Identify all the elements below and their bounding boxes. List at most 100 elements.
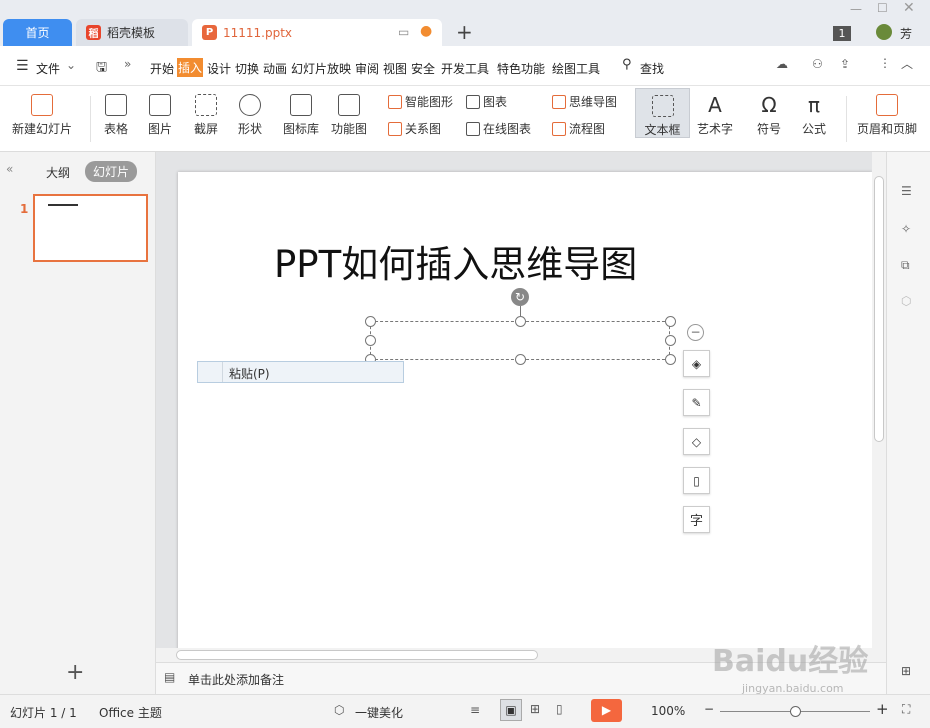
- online-chart-button[interactable]: 在线图表: [466, 120, 531, 137]
- menu-transition[interactable]: 切换: [235, 60, 259, 77]
- smart-shape-button[interactable]: 智能图形: [388, 93, 453, 110]
- chevron-down-icon[interactable]: ⌄: [66, 58, 76, 72]
- play-slideshow-icon[interactable]: ▶: [591, 699, 622, 722]
- header-footer-button[interactable]: 页眉和页脚: [857, 94, 917, 137]
- settings-sliders-icon[interactable]: ☰: [901, 184, 912, 198]
- menu-review[interactable]: 审阅: [355, 60, 379, 77]
- grid-view-icon[interactable]: ⊞: [530, 702, 540, 716]
- slide-number: 1: [20, 202, 29, 216]
- resize-handle[interactable]: [665, 335, 676, 346]
- share-user-icon[interactable]: ⚇: [812, 57, 823, 71]
- tab-outline[interactable]: 大纲: [46, 164, 70, 181]
- menu-insert[interactable]: 插入: [177, 58, 204, 77]
- menu-design[interactable]: 设计: [207, 60, 231, 77]
- grid-icon[interactable]: ⊞: [901, 664, 911, 678]
- table-button[interactable]: 表格: [104, 94, 128, 137]
- slide-thumbnail[interactable]: [33, 194, 148, 262]
- tab-slides[interactable]: 幻灯片: [85, 161, 138, 182]
- replace-icon[interactable]: ⧉: [901, 258, 910, 273]
- vertical-scroll-thumb[interactable]: [874, 176, 884, 442]
- menu-developer[interactable]: 开发工具: [441, 60, 489, 77]
- close-icon[interactable]: ✕: [903, 0, 915, 16]
- collapse-panel-icon[interactable]: «: [6, 162, 13, 176]
- menu-special[interactable]: 特色功能: [497, 60, 545, 77]
- tab-template[interactable]: 稻 稻壳模板: [76, 19, 188, 46]
- fit-window-icon[interactable]: ⛶: [902, 702, 910, 717]
- layer-icon[interactable]: ◈: [683, 350, 710, 377]
- search-button[interactable]: 查找: [640, 60, 664, 77]
- hamburger-icon[interactable]: ☰: [16, 58, 29, 74]
- fill-icon[interactable]: ◇: [683, 428, 710, 455]
- screenshot-button[interactable]: 截屏: [194, 94, 218, 137]
- reading-view-icon[interactable]: ▯: [556, 702, 563, 716]
- shape-button[interactable]: 形状: [238, 94, 262, 137]
- align-icon[interactable]: ≡: [470, 703, 480, 717]
- rotate-handle-icon[interactable]: ↻: [511, 288, 529, 306]
- window-restore-icon[interactable]: ▭: [398, 25, 409, 39]
- icon-library-button[interactable]: 图标库: [283, 94, 319, 137]
- collapse-ribbon-icon[interactable]: ︿: [901, 55, 913, 72]
- slide[interactable]: PPT如何插入思维导图 ↻ −: [178, 172, 872, 650]
- maximize-icon[interactable]: ☐: [877, 1, 888, 15]
- picture-button[interactable]: 图片: [148, 94, 172, 137]
- wordart-icon: A: [708, 93, 722, 117]
- save-icon[interactable]: 🖫: [96, 58, 107, 80]
- brush-icon[interactable]: ✎: [683, 389, 710, 416]
- menu-file[interactable]: 文件: [36, 60, 60, 77]
- textbox-button[interactable]: 文本框: [635, 88, 690, 138]
- normal-view-icon[interactable]: ▣: [500, 699, 522, 721]
- search-icon[interactable]: ⚲: [622, 57, 632, 72]
- tab-bar: 首页 稻 稻壳模板 P 11111.pptx ▭ ● + — ☐ ✕ 1 芳: [0, 0, 930, 46]
- add-slide-button[interactable]: +: [66, 660, 84, 685]
- new-slide-button[interactable]: 新建幻灯片: [12, 94, 72, 137]
- zoom-in-icon[interactable]: +: [876, 700, 889, 718]
- tab-document[interactable]: P 11111.pptx ▭ ●: [192, 19, 442, 46]
- resize-handle[interactable]: [365, 335, 376, 346]
- menu-security[interactable]: 安全: [411, 60, 435, 77]
- menu-drawing-tools[interactable]: 绘图工具: [552, 60, 600, 77]
- notes-placeholder[interactable]: 单击此处添加备注: [188, 671, 284, 688]
- zoom-slider-thumb[interactable]: [790, 706, 801, 717]
- beautify-icon: ⬡: [334, 703, 345, 717]
- cube-icon[interactable]: ⬡: [901, 294, 911, 308]
- vertical-scrollbar[interactable]: [872, 152, 886, 662]
- status-bar: 幻灯片 1 / 1 Office 主题 ⬡ 一键美化 ≡ ▣ ⊞ ▯ ▶ 100…: [0, 694, 930, 728]
- beautify-button[interactable]: 一键美化: [355, 704, 403, 721]
- text-format-icon[interactable]: 字: [683, 506, 710, 533]
- new-tab-button[interactable]: +: [456, 20, 473, 44]
- wordart-button[interactable]: A 艺术字: [697, 94, 733, 137]
- slide-title[interactable]: PPT如何插入思维导图: [274, 234, 637, 288]
- outline-icon[interactable]: ▯: [683, 467, 710, 494]
- function-chart-button[interactable]: 功能图: [331, 94, 367, 137]
- horizontal-scroll-thumb[interactable]: [176, 650, 538, 660]
- resize-handle[interactable]: [665, 316, 676, 327]
- menu-slideshow[interactable]: 幻灯片放映: [291, 60, 351, 77]
- symbol-button[interactable]: Ω 符号: [757, 94, 781, 137]
- share-icon[interactable]: ⇪: [840, 57, 850, 71]
- formula-button[interactable]: π 公式: [802, 94, 826, 137]
- divider: [846, 96, 847, 142]
- chart-button[interactable]: 图表: [466, 93, 507, 110]
- mindmap-button[interactable]: 思维导图: [552, 93, 617, 110]
- minimize-icon[interactable]: —: [850, 2, 862, 16]
- resize-handle[interactable]: [515, 316, 526, 327]
- resize-handle[interactable]: [515, 354, 526, 365]
- resize-handle[interactable]: [665, 354, 676, 365]
- relation-chart-button[interactable]: 关系图: [388, 120, 441, 137]
- cloud-icon[interactable]: ☁: [776, 57, 788, 71]
- resize-handle[interactable]: [365, 316, 376, 327]
- flowchart-button[interactable]: 流程图: [552, 120, 605, 137]
- avatar[interactable]: [876, 24, 892, 40]
- zoom-out-icon[interactable]: −: [704, 702, 714, 716]
- collapse-float-icon[interactable]: −: [687, 324, 704, 341]
- menu-view[interactable]: 视图: [383, 60, 407, 77]
- menu-item-paste[interactable]: 粘贴(P): [229, 365, 270, 382]
- more-options-icon[interactable]: ⋮: [879, 56, 891, 70]
- menu-animation[interactable]: 动画: [263, 60, 287, 77]
- window-count-badge[interactable]: 1: [833, 26, 851, 41]
- tab-home[interactable]: 首页: [3, 19, 72, 46]
- pin-icon[interactable]: ✧: [901, 222, 911, 236]
- menu-start[interactable]: 开始: [150, 60, 174, 77]
- zoom-level[interactable]: 100%: [651, 704, 685, 718]
- more-chevron-icon[interactable]: »: [124, 57, 131, 71]
